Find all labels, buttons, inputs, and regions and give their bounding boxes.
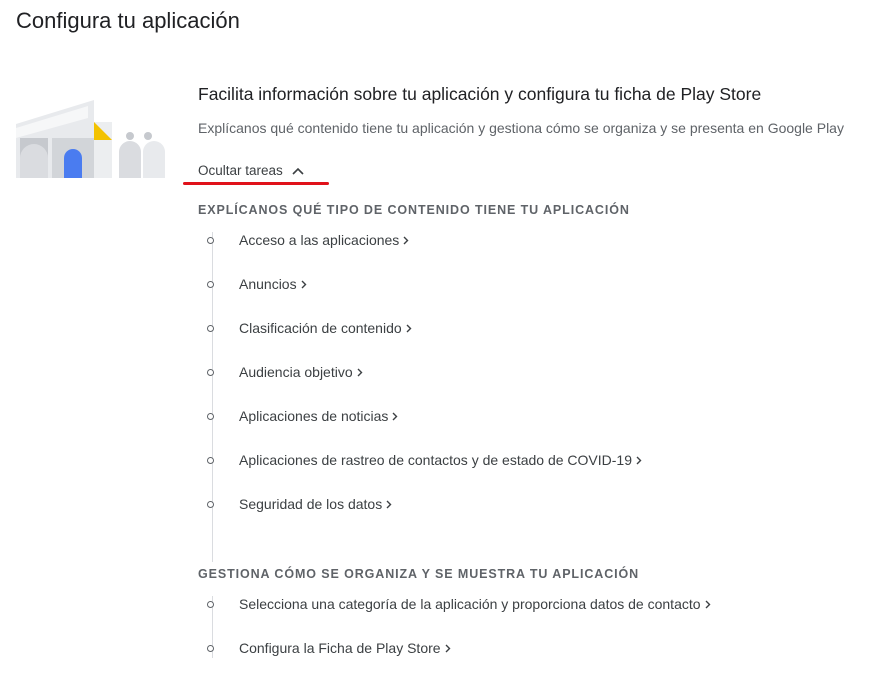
task-link[interactable]: Aplicaciones de noticias — [239, 408, 398, 424]
task-status-dot — [207, 236, 214, 244]
task-link[interactable]: Aplicaciones de rastreo de contactos y d… — [239, 452, 642, 468]
chevron-up-icon — [292, 167, 304, 175]
task-item: Selecciona una categoría de la aplicació… — [207, 594, 711, 614]
task-status-dot — [207, 456, 214, 464]
task-item: Configura la Ficha de Play Store — [207, 638, 451, 658]
task-status-dot — [207, 280, 214, 288]
task-label: Acceso a las aplicaciones — [239, 232, 400, 248]
task-link[interactable]: Audiencia objetivo — [239, 364, 363, 380]
group-heading-listing: GESTIONA CÓMO SE ORGANIZA Y SE MUESTRA T… — [198, 567, 640, 581]
task-status-dot — [207, 500, 214, 508]
task-item: Clasificación de contenido — [207, 318, 412, 338]
task-item: Seguridad de los datos — [207, 494, 392, 514]
task-label: Selecciona una categoría de la aplicació… — [239, 596, 701, 612]
chevron-right-icon — [445, 644, 451, 652]
task-label: Aplicaciones de rastreo de contactos y d… — [239, 452, 632, 468]
task-link[interactable]: Seguridad de los datos — [239, 496, 392, 512]
task-link[interactable]: Configura la Ficha de Play Store — [239, 640, 451, 656]
task-link[interactable]: Anuncios — [239, 276, 307, 292]
chevron-right-icon — [386, 500, 392, 508]
hide-tasks-label: Ocultar tareas — [198, 163, 283, 178]
task-link[interactable]: Selecciona una categoría de la aplicació… — [239, 596, 711, 612]
chevron-right-icon — [705, 600, 711, 608]
chevron-right-icon — [406, 324, 412, 332]
setup-section-title: Facilita información sobre tu aplicación… — [198, 84, 762, 104]
task-item: Acceso a las aplicaciones — [207, 230, 409, 250]
task-label: Aplicaciones de noticias — [239, 408, 389, 424]
task-link[interactable]: Acceso a las aplicaciones — [239, 232, 409, 248]
chevron-right-icon — [301, 280, 307, 288]
task-label: Clasificación de contenido — [239, 320, 402, 336]
task-status-dot — [207, 644, 214, 652]
setup-section-description: Explícanos qué contenido tiene tu aplica… — [198, 120, 844, 136]
task-link[interactable]: Clasificación de contenido — [239, 320, 412, 336]
task-label: Audiencia objetivo — [239, 364, 353, 380]
annotation-underline — [183, 182, 329, 185]
task-item: Aplicaciones de noticias — [207, 406, 398, 426]
task-label: Configura la Ficha de Play Store — [239, 640, 441, 656]
chevron-right-icon — [392, 412, 398, 420]
hide-tasks-toggle[interactable]: Ocultar tareas — [198, 163, 304, 178]
setup-illustration — [16, 100, 165, 178]
task-item: Aplicaciones de rastreo de contactos y d… — [207, 450, 642, 470]
chevron-right-icon — [357, 368, 363, 376]
task-status-dot — [207, 600, 214, 608]
task-item: Audiencia objetivo — [207, 362, 363, 382]
task-label: Seguridad de los datos — [239, 496, 383, 512]
chevron-right-icon — [403, 236, 409, 244]
task-status-dot — [207, 412, 214, 420]
page-title: Configura tu aplicación — [16, 8, 240, 33]
task-status-dot — [207, 368, 214, 376]
group-heading-content: EXPLÍCANOS QUÉ TIPO DE CONTENIDO TIENE T… — [198, 203, 630, 217]
task-status-dot — [207, 324, 214, 332]
chevron-right-icon — [636, 456, 642, 464]
task-item: Anuncios — [207, 274, 307, 294]
task-label: Anuncios — [239, 276, 297, 292]
